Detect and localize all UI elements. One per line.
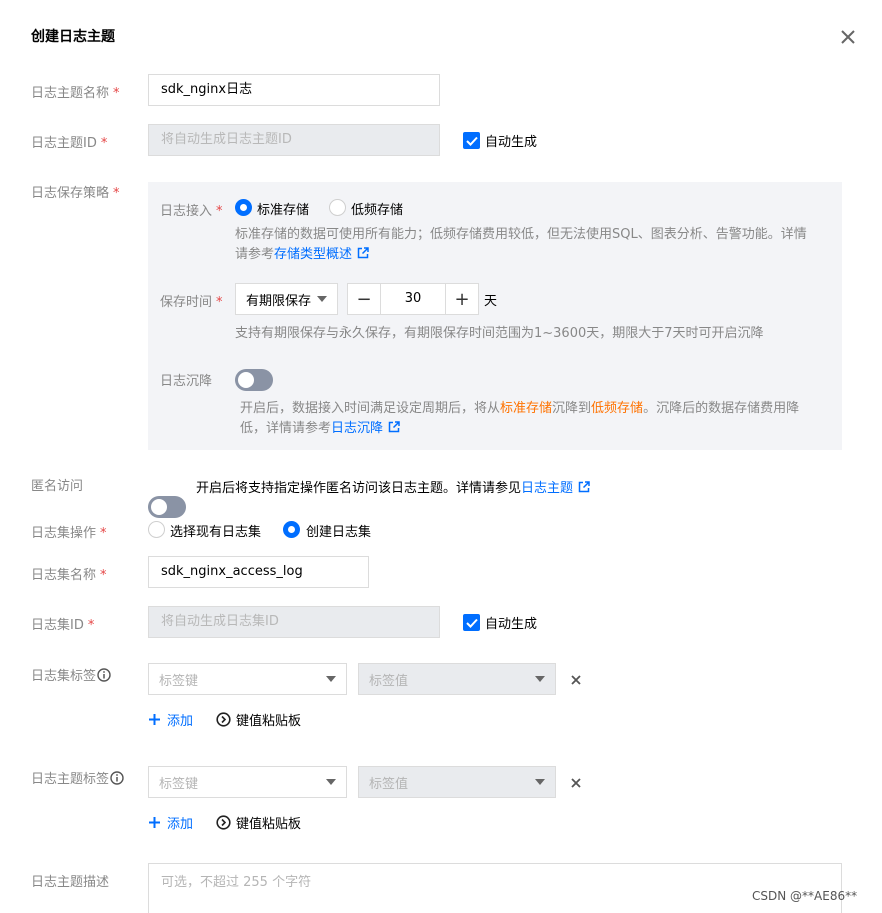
select-existing-logset-label[interactable]: 选择现有日志集 (170, 521, 261, 540)
retention-hint: 支持有期限保存与永久保存，有期限保存时间范围为1~3600天，期限大于7天时可开… (235, 326, 764, 341)
sink-toggle[interactable] (235, 369, 273, 391)
logset-name-label: 日志集名称 * (31, 568, 107, 583)
sink-hint: 开启后，数据接入时间满足设定周期后，将从标准存储沉降到低频存储。沉降后的数据存储… (240, 401, 800, 436)
add-logset-tag-button[interactable]: 添加 (148, 710, 193, 729)
storage-type-link[interactable]: 存储类型概述 (274, 247, 352, 262)
logset-tag-key-select[interactable]: 标签键 (148, 663, 347, 695)
checkmark-icon (465, 618, 478, 628)
add-topic-tag-button[interactable]: 添加 (148, 813, 193, 832)
chevron-down-icon (326, 676, 336, 682)
close-icon[interactable] (838, 27, 858, 47)
retention-mode-value: 有期限保存 (246, 293, 312, 309)
access-hint: 标准存储的数据可使用所有能力；低频存储费用较低，但无法使用SQL、图表分析、告警… (235, 227, 807, 262)
info-icon[interactable] (110, 771, 124, 785)
logset-id-label: 日志集ID * (31, 618, 95, 633)
dialog-title: 创建日志主题 (31, 29, 115, 45)
topic-tags-label: 日志主题标签 (31, 768, 124, 787)
topic-name-label: 日志主题名称 * (31, 86, 120, 101)
retention-stepper[interactable]: − 30 + (347, 283, 479, 315)
remove-tag-icon[interactable] (570, 674, 582, 686)
remove-tag-icon[interactable] (570, 777, 582, 789)
anonymous-toggle[interactable] (148, 496, 186, 518)
radio-low-freq-storage[interactable] (329, 199, 346, 216)
tag-key-placeholder: 标签键 (159, 673, 199, 689)
plus-icon (149, 714, 160, 725)
access-label: 日志接入 * (160, 204, 223, 219)
watermark: CSDN @**AE86** (752, 889, 858, 903)
anonymous-hint: 开启后将支持指定操作匿名访问该日志主题。详情请参见日志主题 (196, 477, 590, 496)
radio-standard-storage[interactable] (235, 199, 252, 216)
radio-create-logset[interactable] (283, 521, 300, 538)
logset-name-input[interactable]: sdk_nginx_access_log (148, 556, 369, 588)
chevron-down-icon (326, 779, 336, 785)
circle-arrow-icon (216, 815, 231, 830)
storage-policy-label: 日志保存策略 * (31, 186, 120, 201)
plus-icon (149, 817, 160, 828)
logset-paste-button[interactable]: 键值粘贴板 (216, 710, 301, 729)
tag-value-placeholder: 标签值 (369, 673, 409, 689)
topic-doc-link[interactable]: 日志主题 (521, 481, 573, 496)
tag-value-placeholder: 标签值 (369, 776, 409, 792)
topic-id-label: 日志主题ID * (31, 136, 108, 151)
radio-select-existing-logset[interactable] (148, 521, 165, 538)
logset-id-auto-checkbox[interactable] (463, 614, 480, 631)
logset-op-label: 日志集操作 * (31, 526, 107, 541)
chevron-down-icon (535, 779, 545, 785)
anonymous-label: 匿名访问 (31, 479, 84, 494)
create-logset-label[interactable]: 创建日志集 (306, 521, 371, 540)
topic-id-input: 将自动生成日志主题ID (148, 124, 440, 156)
toggle-knob (151, 499, 167, 515)
external-link-icon[interactable] (357, 247, 369, 259)
sink-label: 日志沉降 (160, 374, 213, 389)
description-textarea[interactable]: 可选，不超过 255 个字符 (148, 863, 842, 913)
retention-label: 保存时间 * (160, 295, 223, 310)
retention-unit: 天 (484, 294, 498, 309)
standard-storage-label[interactable]: 标准存储 (257, 199, 309, 218)
logset-id-auto-label: 自动生成 (485, 617, 538, 632)
low-freq-storage-label[interactable]: 低频存储 (351, 199, 403, 218)
tag-key-placeholder: 标签键 (159, 776, 199, 792)
chevron-down-icon (317, 296, 327, 302)
external-link-icon[interactable] (578, 481, 590, 493)
retention-mode-select[interactable]: 有期限保存 (235, 283, 338, 315)
logset-tags-label: 日志集标签 (31, 665, 111, 684)
topic-id-auto-checkbox[interactable] (463, 132, 480, 149)
logset-id-input: 将自动生成日志集ID (148, 606, 440, 638)
description-label: 日志主题描述 (31, 875, 110, 890)
sink-doc-link[interactable]: 日志沉降 (331, 421, 383, 436)
circle-arrow-icon (216, 712, 231, 727)
checkmark-icon (465, 136, 478, 146)
logset-tag-value-select: 标签值 (358, 663, 556, 695)
increment-button[interactable]: + (446, 284, 478, 314)
external-link-icon[interactable] (388, 421, 400, 433)
toggle-knob (238, 372, 254, 388)
chevron-down-icon (535, 676, 545, 682)
topic-name-input[interactable]: sdk_nginx日志 (148, 74, 440, 106)
retention-value[interactable]: 30 (380, 284, 446, 314)
topic-tag-key-select[interactable]: 标签键 (148, 766, 347, 798)
info-icon[interactable] (97, 668, 111, 682)
topic-id-auto-label: 自动生成 (485, 135, 538, 150)
topic-tag-value-select: 标签值 (358, 766, 556, 798)
topic-paste-button[interactable]: 键值粘贴板 (216, 813, 301, 832)
decrement-button[interactable]: − (348, 284, 380, 314)
